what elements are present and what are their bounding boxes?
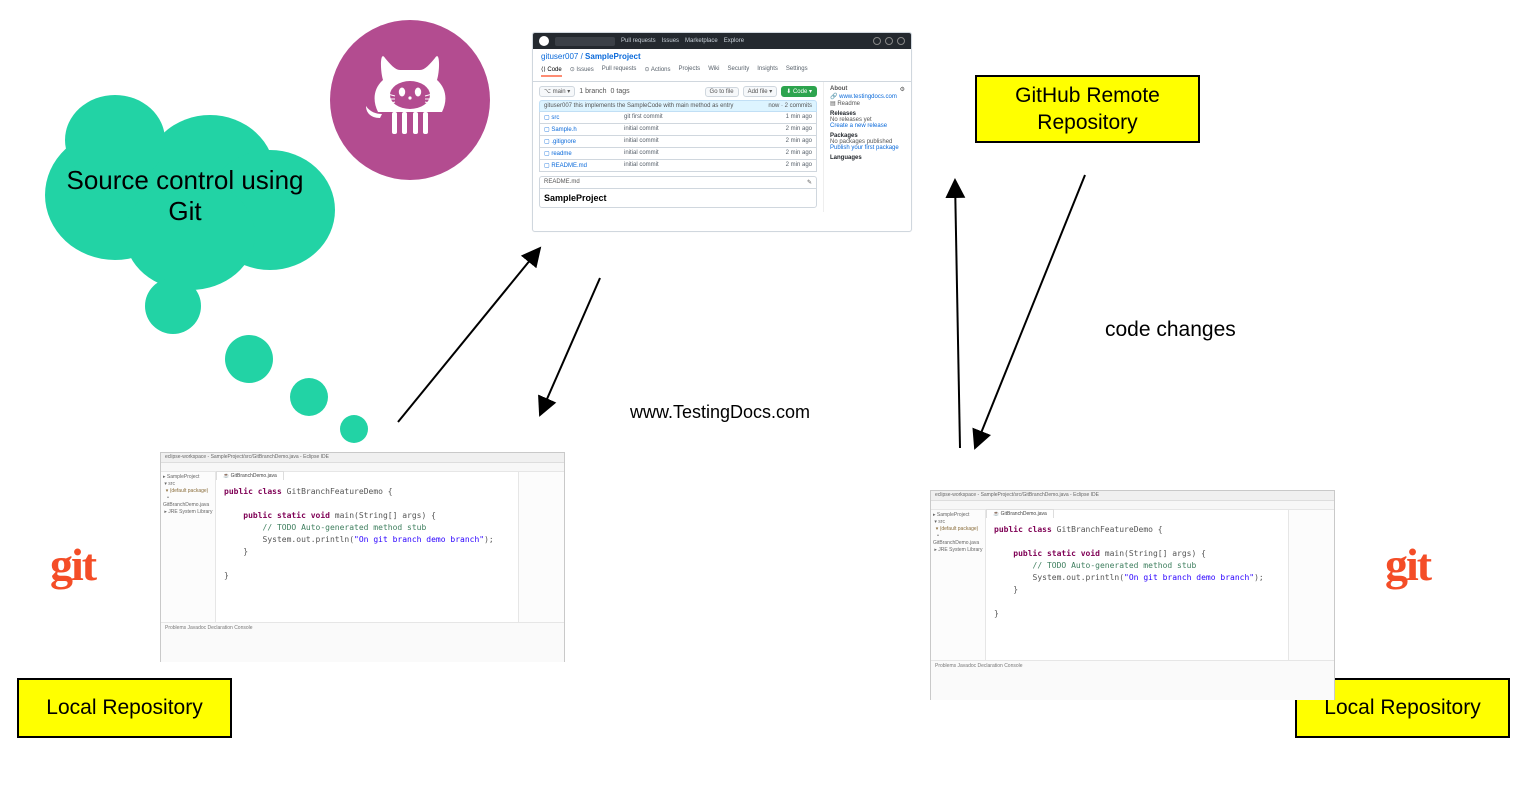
- branch-button[interactable]: ⌥ main ▾: [539, 86, 575, 97]
- goto-file-button[interactable]: Go to file: [705, 87, 739, 97]
- ide-project-tree[interactable]: ▸ SampleProject ▾ src ▾ (default package…: [931, 510, 986, 660]
- tab-issues[interactable]: ⊙ Issues: [570, 66, 594, 77]
- tab-pulls[interactable]: Pull requests: [602, 66, 637, 77]
- ide-bottom-panel[interactable]: Problems Javadoc Declaration Console: [931, 660, 1334, 700]
- repo-breadcrumb[interactable]: gituser007 / SampleProject: [533, 49, 911, 64]
- cloud-trail-bubble: [145, 278, 201, 334]
- nav-marketplace[interactable]: Marketplace: [685, 38, 718, 44]
- arrow-right-down: [975, 175, 1085, 448]
- ide-outline: [519, 472, 564, 622]
- arrow-left-up: [398, 248, 540, 422]
- about-link[interactable]: 🔗 www.testingdocs.com: [830, 93, 905, 100]
- bell-icon[interactable]: [873, 37, 881, 45]
- file-row[interactable]: ▢ readmeinitial commit2 min ago: [539, 148, 817, 160]
- add-file-button[interactable]: Add file ▾: [743, 86, 778, 97]
- ide-window-right: eclipse-workspace - SampleProject/src/Gi…: [930, 490, 1335, 700]
- thought-cloud: Source control using Git: [35, 105, 335, 285]
- ide-project-tree[interactable]: ▸ SampleProject ▾ src ▾ (default package…: [161, 472, 216, 622]
- github-search-input[interactable]: [555, 37, 615, 46]
- tab-projects[interactable]: Projects: [679, 66, 701, 77]
- file-row[interactable]: ▢ srcgit first commit1 min ago: [539, 112, 817, 124]
- ide-editor[interactable]: ☕ GitBranchDemo.java public class GitBra…: [216, 472, 519, 622]
- gear-icon[interactable]: ⚙: [900, 86, 905, 93]
- github-octocat-icon: [330, 20, 490, 180]
- tab-actions[interactable]: ⊙ Actions: [644, 66, 670, 77]
- create-release-link[interactable]: Create a new release: [830, 123, 905, 129]
- readme-title: SampleProject: [540, 189, 816, 207]
- github-topbar: Pull requests Issues Marketplace Explore: [533, 33, 911, 49]
- nav-explore[interactable]: Explore: [724, 38, 744, 44]
- plus-icon[interactable]: [885, 37, 893, 45]
- tags-info[interactable]: 0 tags: [611, 88, 630, 95]
- branches-info[interactable]: 1 branch: [579, 88, 606, 95]
- file-row[interactable]: ▢ .gitignoreinitial commit2 min ago: [539, 136, 817, 148]
- readme-box: README.md✎ SampleProject: [539, 176, 817, 208]
- url-label: www.TestingDocs.com: [630, 402, 810, 423]
- cloud-trail-bubble: [340, 415, 368, 443]
- arrow-right-up: [955, 180, 960, 448]
- file-row[interactable]: ▢ README.mdinitial commit2 min ago: [539, 160, 817, 172]
- commit-header: gituser007 this implements the SampleCod…: [539, 100, 817, 112]
- repo-tabs: ⟨⟩ Code ⊙ Issues Pull requests ⊙ Actions…: [533, 64, 911, 82]
- git-logo-left: git: [50, 538, 95, 591]
- ide-outline: [1289, 510, 1334, 660]
- ide-window-left: eclipse-workspace - SampleProject/src/Gi…: [160, 452, 565, 662]
- ide-title: eclipse-workspace - SampleProject/src/Gi…: [161, 453, 564, 463]
- github-repo-page: Pull requests Issues Marketplace Explore…: [532, 32, 912, 232]
- cloud-trail-bubble: [290, 378, 328, 416]
- github-mark-icon: [539, 36, 549, 46]
- cloud-trail-bubble: [225, 335, 273, 383]
- readme-link[interactable]: ▤ Readme: [830, 100, 905, 107]
- cloud-text: Source control using Git: [55, 165, 315, 227]
- ide-bottom-panel[interactable]: Problems Javadoc Declaration Console: [161, 622, 564, 662]
- code-button[interactable]: ⬇ Code ▾: [781, 86, 817, 97]
- ide-editor[interactable]: ☕ GitBranchDemo.java public class GitBra…: [986, 510, 1289, 660]
- tab-settings[interactable]: Settings: [786, 66, 808, 77]
- pencil-icon[interactable]: ✎: [807, 179, 812, 186]
- nav-pulls[interactable]: Pull requests: [621, 38, 656, 44]
- arrow-left-down: [540, 278, 600, 415]
- tab-security[interactable]: Security: [728, 66, 750, 77]
- ide-editor-tab[interactable]: ☕ GitBranchDemo.java: [216, 471, 284, 480]
- local-repo-box-left: Local Repository: [17, 678, 232, 738]
- code-changes-label: code changes: [1105, 318, 1236, 342]
- publish-package-link[interactable]: Publish your first package: [830, 145, 905, 151]
- tab-insights[interactable]: Insights: [757, 66, 778, 77]
- ide-title: eclipse-workspace - SampleProject/src/Gi…: [931, 491, 1334, 501]
- avatar-icon[interactable]: [897, 37, 905, 45]
- remote-repo-box: GitHub Remote Repository: [975, 75, 1200, 143]
- nav-issues[interactable]: Issues: [662, 38, 679, 44]
- ide-editor-tab[interactable]: ☕ GitBranchDemo.java: [986, 509, 1054, 518]
- repo-sidebar: About⚙ 🔗 www.testingdocs.com ▤ Readme Re…: [823, 82, 911, 212]
- tab-code[interactable]: ⟨⟩ Code: [541, 66, 562, 77]
- file-row[interactable]: ▢ Sample.hinitial commit2 min ago: [539, 124, 817, 136]
- tab-wiki[interactable]: Wiki: [708, 66, 719, 77]
- git-logo-right: git: [1385, 538, 1430, 591]
